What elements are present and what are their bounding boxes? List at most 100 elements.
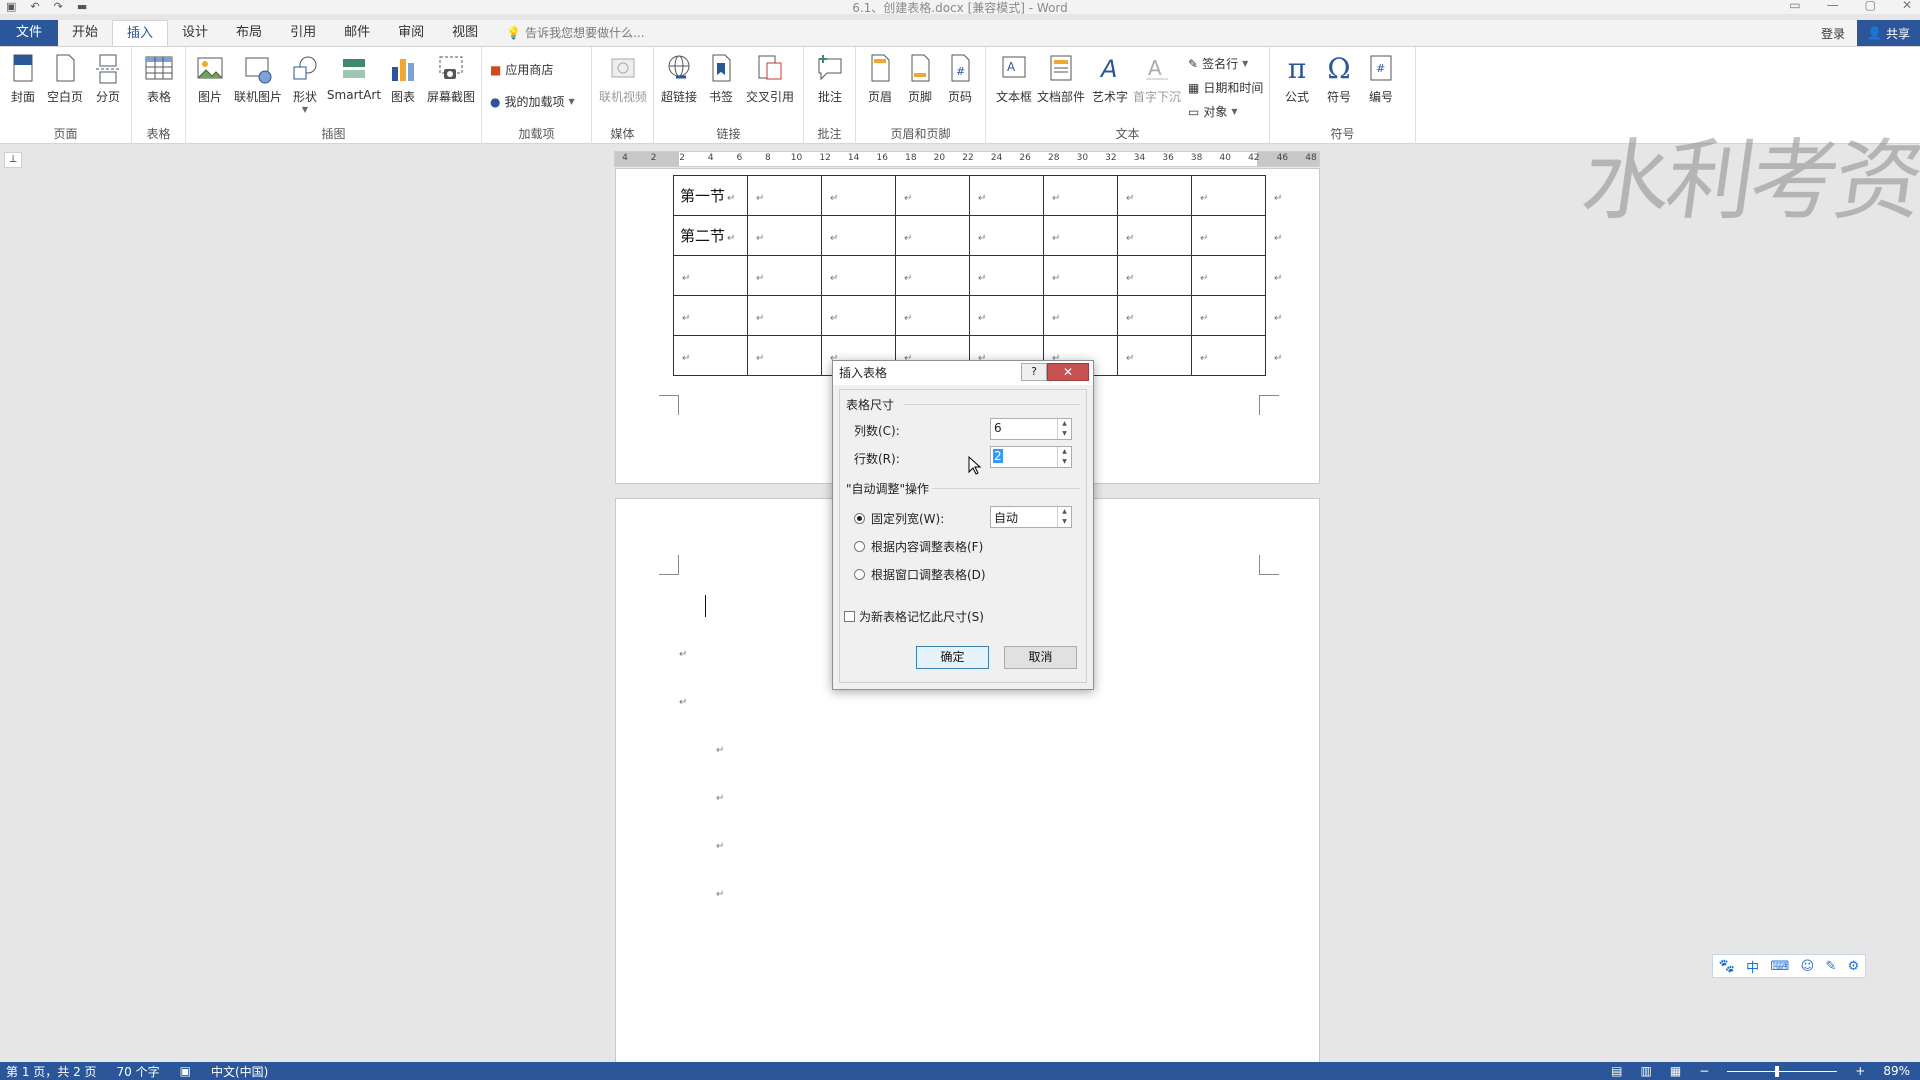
zoom-slider[interactable] — [1727, 1065, 1838, 1077]
table-cell[interactable]: ↵ — [1043, 175, 1118, 216]
columns-stepper[interactable]: 6 ▲ ▼ — [990, 418, 1072, 440]
checkbox-empty-icon[interactable] — [844, 611, 855, 622]
autofit-contents-radio[interactable]: 根据内容调整表格(F) — [854, 538, 983, 555]
stepper-up-icon[interactable]: ▲ — [1058, 419, 1071, 429]
dialog-title-bar[interactable]: 插入表格 ? ✕ — [833, 361, 1093, 385]
table-button[interactable]: 表格 — [140, 53, 178, 105]
zoom-level[interactable]: 89% — [1883, 1064, 1910, 1078]
table-cell[interactable]: ↵ — [747, 175, 822, 216]
zoom-slider-thumb[interactable] — [1775, 1065, 1780, 1077]
quick-parts-button[interactable]: 文档部件 — [1036, 53, 1086, 105]
table-cell[interactable]: ↵ — [821, 215, 896, 256]
maximize-icon[interactable]: ▢ — [1865, 0, 1876, 12]
remember-size-checkbox[interactable]: 为新表格记忆此尺寸(S) — [844, 608, 984, 625]
blank-page-button[interactable]: 空白页 — [44, 53, 86, 105]
rows-value[interactable]: 2 — [993, 449, 1003, 463]
tab-view[interactable]: 视图 — [438, 20, 492, 46]
language-indicator[interactable]: 中文(中国) — [211, 1063, 268, 1080]
columns-stepper-arrows[interactable]: ▲ ▼ — [1057, 419, 1071, 439]
table-cell[interactable]: ↵ — [1191, 295, 1266, 336]
tab-design[interactable]: 设计 — [168, 20, 222, 46]
paw-icon[interactable]: 🐾 — [1719, 959, 1735, 974]
hyperlink-button[interactable]: 超链接 — [658, 53, 700, 105]
ribbon-options-icon[interactable]: ▭ — [1789, 0, 1800, 12]
date-time-button[interactable]: ▦ 日期和时间 — [1188, 79, 1263, 96]
fixed-width-value[interactable]: 自动 — [993, 509, 1019, 526]
radio-selected-icon[interactable] — [854, 513, 865, 524]
rows-stepper-arrows[interactable]: ▲ ▼ — [1057, 447, 1071, 467]
fixed-width-stepper[interactable]: 自动 ▲ ▼ — [990, 506, 1072, 528]
keyboard-icon[interactable]: ⌨ — [1770, 959, 1789, 974]
tab-mailings[interactable]: 邮件 — [330, 20, 384, 46]
table-cell[interactable]: ↵ — [1191, 335, 1266, 376]
print-layout-icon[interactable]: ▥ — [1641, 1064, 1652, 1078]
table-cell[interactable]: ↵ — [1191, 215, 1266, 256]
chart-button[interactable]: 图表 — [384, 53, 422, 105]
table-cell[interactable]: ↵ — [1191, 255, 1266, 296]
symbol-button[interactable]: Ω 符号 — [1320, 53, 1358, 105]
table-cell[interactable]: ↵ — [747, 215, 822, 256]
tab-file[interactable]: 文件 — [0, 20, 58, 46]
cross-reference-button[interactable]: 交叉引用 — [742, 53, 798, 105]
autofit-window-radio[interactable]: 根据窗口调整表格(D) — [854, 566, 986, 583]
tab-selector-button[interactable]: ⊥ — [4, 152, 22, 168]
table-cell[interactable]: ↵ — [895, 215, 970, 256]
tab-references[interactable]: 引用 — [276, 20, 330, 46]
header-button[interactable]: 页眉 — [862, 53, 898, 105]
table-cell[interactable]: ↵ — [1117, 335, 1192, 376]
settings-icon[interactable]: ⚙ — [1848, 959, 1860, 974]
cancel-button[interactable]: 取消 — [1004, 646, 1077, 669]
page-number-button[interactable]: # 页码 — [942, 53, 978, 105]
numbering-button[interactable]: # 编号 — [1362, 53, 1400, 105]
table-cell[interactable]: ↵ — [1117, 295, 1192, 336]
stepper-down-icon[interactable]: ▼ — [1058, 457, 1071, 467]
minimize-icon[interactable]: — — [1827, 0, 1839, 12]
table-cell[interactable]: ↵ — [1117, 255, 1192, 296]
columns-value[interactable]: 6 — [993, 421, 1003, 435]
my-addins-button[interactable]: ● 我的加载项 ▼ — [490, 93, 575, 110]
table-cell[interactable]: ↵ — [1043, 255, 1118, 296]
tell-me-box[interactable]: 💡 告诉我您想要做什么... — [506, 20, 644, 46]
emoji-icon[interactable]: ☺ — [1801, 959, 1815, 974]
table-cell[interactable]: ↵ — [747, 255, 822, 296]
footer-button[interactable]: 页脚 — [902, 53, 938, 105]
bookmark-button[interactable]: 书签 — [704, 53, 738, 105]
login-link[interactable]: 登录 — [1821, 25, 1845, 42]
proofing-icon[interactable]: ▣ — [180, 1064, 191, 1078]
rows-stepper[interactable]: 2 ▲ ▼ — [990, 446, 1072, 468]
stepper-up-icon[interactable]: ▲ — [1058, 507, 1071, 517]
comment-button[interactable]: 批注 — [812, 53, 848, 105]
table-cell[interactable]: 第二节 ↵ — [673, 215, 748, 256]
table-cell[interactable]: ↵ — [821, 255, 896, 296]
horizontal-ruler[interactable]: 4 2 2 4 6 8 10 12 14 16 18 20 22 24 26 28 30 32 34 36 38 40 42… — [614, 151, 1320, 167]
signature-dropdown-icon[interactable]: ▼ — [1242, 59, 1248, 68]
object-dropdown-icon[interactable]: ▼ — [1231, 107, 1237, 116]
tab-insert[interactable]: 插入 — [112, 20, 169, 46]
tab-layout[interactable]: 布局 — [222, 20, 276, 46]
table-cell[interactable]: ↵ — [673, 295, 748, 336]
my-addins-dropdown-icon[interactable]: ▼ — [569, 97, 575, 106]
table-cell[interactable]: ↵ — [1117, 215, 1192, 256]
object-button[interactable]: ▭ 对象 ▼ — [1188, 103, 1238, 120]
page-break-button[interactable]: 分页 — [90, 53, 126, 105]
zoom-in-icon[interactable]: + — [1855, 1064, 1865, 1078]
table-cell[interactable]: ↵ — [1043, 215, 1118, 256]
help-button[interactable]: ? — [1021, 363, 1047, 381]
table-cell[interactable]: ↵ — [969, 215, 1044, 256]
read-mode-icon[interactable]: ▤ — [1611, 1064, 1622, 1078]
table-cell[interactable]: ↵ — [747, 295, 822, 336]
cover-button[interactable]: 封面 — [6, 53, 40, 105]
table-cell[interactable]: ↵ — [673, 335, 748, 376]
table-cell[interactable]: ↵ — [895, 175, 970, 216]
fixed-width-radio[interactable]: 固定列宽(W): — [854, 510, 944, 527]
zoom-out-icon[interactable]: − — [1699, 1064, 1709, 1078]
shapes-button[interactable]: 形状 ▼ — [286, 53, 324, 114]
table-cell[interactable]: ↵ — [821, 175, 896, 216]
close-icon[interactable]: ✕ — [1902, 0, 1912, 12]
table-cell[interactable]: ↵ — [1191, 175, 1266, 216]
table-cell[interactable]: ↵ — [969, 255, 1044, 296]
table-cell[interactable]: ↵ — [895, 295, 970, 336]
screenshot-button[interactable]: 屏幕截图 — [424, 53, 478, 105]
tab-review[interactable]: 审阅 — [384, 20, 438, 46]
text-box-button[interactable]: A 文本框 — [996, 53, 1032, 105]
